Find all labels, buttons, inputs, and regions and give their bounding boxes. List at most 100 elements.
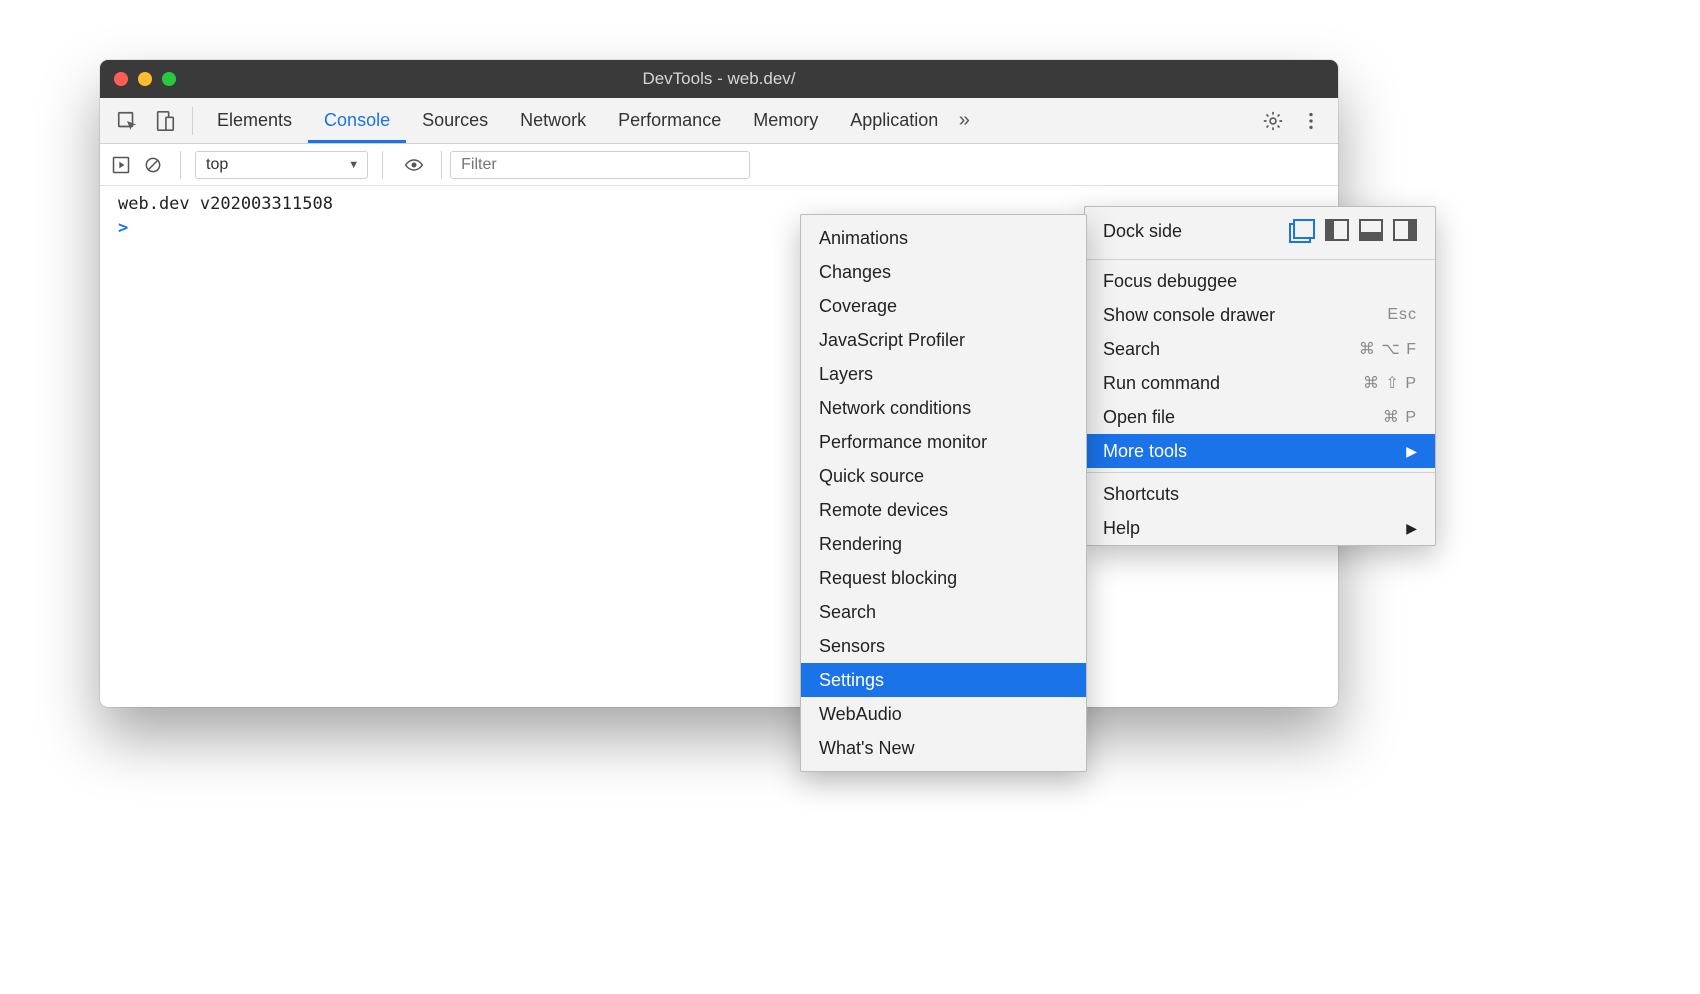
menu-item-label: Focus debuggee — [1103, 271, 1237, 292]
submenu-item-network-cond[interactable]: Network conditions — [801, 391, 1086, 425]
submenu-item-settings[interactable]: Settings — [801, 663, 1086, 697]
submenu-item-js-profiler[interactable]: JavaScript Profiler — [801, 323, 1086, 357]
menu-item-label: Remote devices — [819, 500, 948, 521]
dock-bottom-button[interactable] — [1359, 219, 1383, 241]
divider — [192, 107, 193, 135]
menu-item-label: Animations — [819, 228, 908, 249]
menu-separator — [1085, 472, 1435, 473]
ban-icon — [143, 155, 163, 175]
menu-item-search[interactable]: Search ⌘ ⌥ F — [1085, 332, 1435, 366]
tab-label: Application — [850, 110, 938, 131]
live-expression-button[interactable] — [401, 152, 427, 178]
tab-elements[interactable]: Elements — [201, 98, 308, 143]
dock-side-options — [1289, 219, 1417, 243]
menu-item-label: Request blocking — [819, 568, 957, 589]
tab-memory[interactable]: Memory — [737, 98, 834, 143]
divider — [382, 151, 383, 179]
menu-item-label: Show console drawer — [1103, 305, 1275, 326]
menu-item-shortcut: ⌘ ⌥ F — [1359, 339, 1417, 359]
tab-label: Sources — [422, 110, 488, 131]
menu-item-label: Open file — [1103, 407, 1175, 428]
submenu-item-remote-devices[interactable]: Remote devices — [801, 493, 1086, 527]
tab-application[interactable]: Application — [834, 98, 954, 143]
submenu-item-search[interactable]: Search — [801, 595, 1086, 629]
divider — [180, 151, 181, 179]
menu-item-label: Rendering — [819, 534, 902, 555]
tab-network[interactable]: Network — [504, 98, 602, 143]
menu-item-label: WebAudio — [819, 704, 902, 725]
menu-item-label: Coverage — [819, 296, 897, 317]
chevron-right-icon: ▶ — [1406, 520, 1417, 537]
gear-icon — [1262, 110, 1284, 132]
play-in-box-icon — [111, 155, 131, 175]
submenu-item-webaudio[interactable]: WebAudio — [801, 697, 1086, 731]
tab-label: Network — [520, 110, 586, 131]
tabs-overflow-button[interactable]: » — [954, 109, 974, 132]
tab-sources[interactable]: Sources — [406, 98, 504, 143]
tab-performance[interactable]: Performance — [602, 98, 737, 143]
main-menu: Dock side Focus debuggee Show console dr… — [1084, 206, 1436, 546]
console-sidebar-toggle[interactable] — [108, 152, 134, 178]
menu-item-shortcut: Esc — [1387, 306, 1417, 324]
submenu-item-perf-monitor[interactable]: Performance monitor — [801, 425, 1086, 459]
menu-item-label: Quick source — [819, 466, 924, 487]
menu-separator — [1085, 259, 1435, 260]
menu-item-label: Search — [819, 602, 876, 623]
submenu-item-sensors[interactable]: Sensors — [801, 629, 1086, 663]
menu-item-label: Changes — [819, 262, 891, 283]
submenu-item-animations[interactable]: Animations — [801, 221, 1086, 255]
tab-label: Console — [324, 110, 390, 131]
tab-console[interactable]: Console — [308, 98, 406, 143]
dock-side-label: Dock side — [1103, 221, 1182, 242]
menu-item-label: Run command — [1103, 373, 1220, 394]
devtools-window: DevTools - web.dev/ Elements Console Sou… — [100, 60, 1338, 707]
zoom-window-button[interactable] — [162, 72, 176, 86]
submenu-item-layers[interactable]: Layers — [801, 357, 1086, 391]
more-tools-submenu: Animations Changes Coverage JavaScript P… — [800, 214, 1087, 772]
inspect-element-icon[interactable] — [112, 106, 142, 136]
chevron-down-icon: ▼ — [348, 159, 359, 171]
traffic-lights — [114, 72, 176, 86]
submenu-item-coverage[interactable]: Coverage — [801, 289, 1086, 323]
chevron-right-double-icon: » — [959, 109, 970, 131]
minimize-window-button[interactable] — [138, 72, 152, 86]
menu-item-label: Performance monitor — [819, 432, 987, 453]
context-value: top — [206, 156, 228, 174]
submenu-item-rendering[interactable]: Rendering — [801, 527, 1086, 561]
menu-item-open-file[interactable]: Open file ⌘ P — [1085, 400, 1435, 434]
tab-label: Memory — [753, 110, 818, 131]
close-window-button[interactable] — [114, 72, 128, 86]
titlebar: DevTools - web.dev/ — [100, 60, 1338, 98]
submenu-item-quick-source[interactable]: Quick source — [801, 459, 1086, 493]
device-toggle-icon[interactable] — [150, 106, 180, 136]
dock-left-button[interactable] — [1325, 219, 1349, 241]
menu-item-label: Layers — [819, 364, 873, 385]
menu-item-label: Search — [1103, 339, 1160, 360]
menu-item-run-command[interactable]: Run command ⌘ ⇧ P — [1085, 366, 1435, 400]
dock-right-button[interactable] — [1393, 219, 1417, 241]
more-options-button[interactable] — [1296, 106, 1326, 136]
submenu-item-whats-new[interactable]: What's New — [801, 731, 1086, 765]
execution-context-select[interactable]: top ▼ — [195, 151, 368, 179]
tab-label: Performance — [618, 110, 721, 131]
eye-icon — [404, 155, 424, 175]
dock-side-row: Dock side — [1085, 207, 1435, 255]
submenu-item-changes[interactable]: Changes — [801, 255, 1086, 289]
clear-console-button[interactable] — [140, 152, 166, 178]
menu-item-label: JavaScript Profiler — [819, 330, 965, 351]
console-filter-input[interactable] — [450, 151, 750, 179]
menu-item-show-console-drawer[interactable]: Show console drawer Esc — [1085, 298, 1435, 332]
menu-item-label: Settings — [819, 670, 884, 691]
menu-item-more-tools[interactable]: More tools ▶ — [1085, 434, 1435, 468]
menu-item-focus-debuggee[interactable]: Focus debuggee — [1085, 264, 1435, 298]
menu-item-shortcuts[interactable]: Shortcuts — [1085, 477, 1435, 511]
settings-button[interactable] — [1258, 106, 1288, 136]
menu-item-label: What's New — [819, 738, 914, 759]
menu-item-help[interactable]: Help ▶ — [1085, 511, 1435, 545]
menu-item-label: Network conditions — [819, 398, 971, 419]
submenu-item-request-block[interactable]: Request blocking — [801, 561, 1086, 595]
menu-item-shortcut: ⌘ ⇧ P — [1363, 373, 1417, 393]
divider — [441, 151, 442, 179]
window-title: DevTools - web.dev/ — [100, 69, 1338, 89]
dock-undock-button[interactable] — [1289, 219, 1315, 243]
